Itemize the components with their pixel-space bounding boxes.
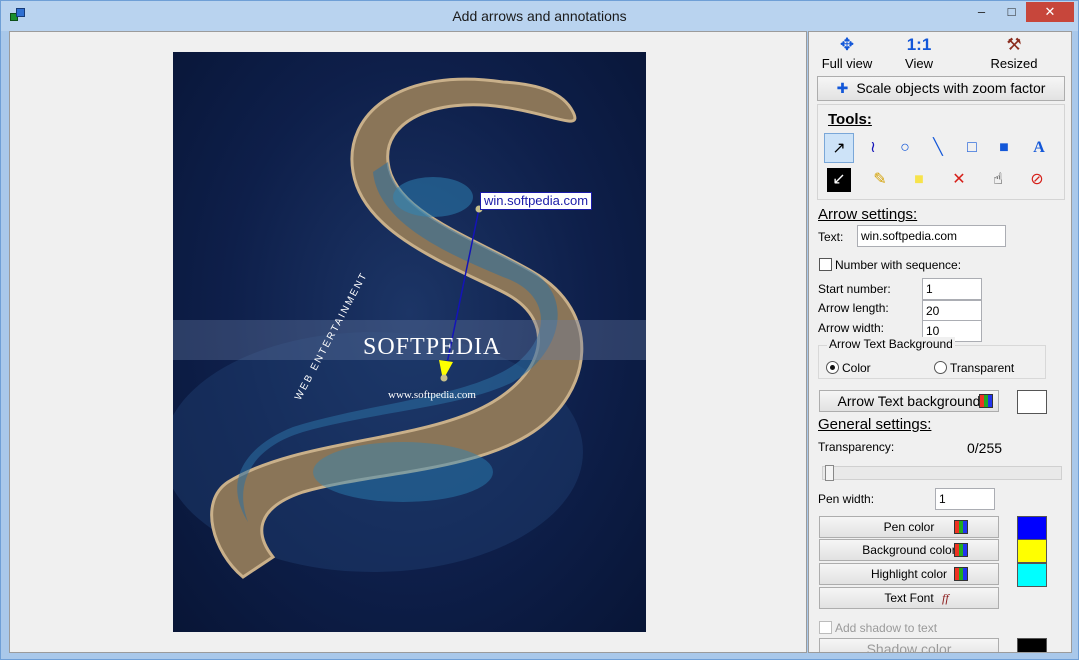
transparency-slider-track[interactable] — [822, 466, 1062, 480]
title-bar: Add arrows and annotations – □ ✕ — [1, 1, 1078, 31]
arrow-settings-title: Arrow settings: — [818, 206, 918, 223]
color-palette-icon — [954, 567, 968, 581]
annotation-label[interactable]: win.softpedia.com — [480, 192, 593, 210]
highlight-color-label: Highlight color — [870, 567, 948, 581]
tools-group: Tools: ↗ ≀ ○ ╲ □ ■ A ↙ ✎ ■ ✕ ☝ ⊘ — [817, 104, 1065, 200]
line-tool-icon[interactable]: ╲ — [923, 133, 953, 163]
transparent-radio[interactable] — [934, 361, 947, 374]
background-color-label: Background color — [862, 543, 956, 557]
arrow-text-background-group: Arrow Text Background Color Transparent — [818, 337, 1046, 379]
start-number-label: Start number: — [818, 282, 891, 296]
text-font-label: Text Font — [884, 591, 934, 605]
transparent-radio-label: Transparent — [950, 361, 1015, 375]
clear-tool-icon[interactable]: ⊘ — [1022, 165, 1052, 195]
pen-color-button[interactable]: Pen color — [819, 516, 999, 538]
pen-color-label: Pen color — [883, 520, 935, 534]
resized-button[interactable]: ⚒ Resized — [984, 32, 1044, 71]
background-color-button[interactable]: Background color — [819, 539, 999, 561]
full-view-label: Full view — [821, 56, 873, 71]
freehand-tool-icon[interactable]: ≀ — [858, 133, 888, 163]
arrow-length-input[interactable]: 20 — [922, 300, 982, 322]
pen-color-swatch[interactable] — [1017, 516, 1047, 540]
transparency-value: 0/255 — [967, 440, 1003, 456]
view-1-1-button[interactable]: 1:1 View — [899, 32, 939, 71]
color-palette-icon — [954, 543, 968, 557]
color-palette-icon — [979, 394, 993, 408]
arrow-text-background-group-title: Arrow Text Background — [827, 337, 955, 351]
resized-label: Resized — [990, 56, 1038, 71]
text-font-button[interactable]: Text Font ff — [819, 587, 999, 609]
arrow-text-background-button[interactable]: Arrow Text background — [819, 390, 999, 412]
arrow-text-bg-swatch[interactable] — [1017, 390, 1047, 414]
shadow-color-button[interactable]: Shadow color — [819, 638, 999, 653]
highlighter-tool-icon[interactable]: ✎ — [865, 165, 895, 195]
scale-objects-label: Scale objects with zoom factor — [856, 80, 1046, 96]
image-brand-url: www.softpedia.com — [388, 389, 476, 401]
maximize-button[interactable]: □ — [998, 2, 1025, 22]
note-tool-icon[interactable]: ■ — [904, 165, 934, 195]
font-icon: ff — [942, 591, 949, 605]
shadow-color-label: Shadow color — [866, 641, 952, 653]
resized-icon: ⚒ — [1006, 35, 1022, 54]
highlight-color-button[interactable]: Highlight color — [819, 563, 999, 585]
plus-icon: ✚ — [836, 80, 849, 96]
full-view-button[interactable]: ✥ Full view — [817, 32, 877, 71]
number-sequence-checkbox[interactable] — [819, 258, 832, 271]
text-label: Text: — [818, 230, 844, 244]
start-number-input[interactable]: 1 — [922, 278, 982, 300]
general-settings-title: General settings: — [818, 416, 932, 433]
expand-arrows-icon: ✥ — [839, 35, 855, 54]
one-to-one-icon: 1:1 — [906, 35, 932, 54]
close-button[interactable]: ✕ — [1026, 2, 1074, 22]
arrow-text-input[interactable]: win.softpedia.com — [857, 225, 1006, 247]
tools-label: Tools: — [828, 111, 872, 128]
pen-width-label: Pen width: — [818, 492, 875, 506]
arrow-length-label: Arrow length: — [818, 301, 889, 315]
number-sequence-label: Number with sequence: — [835, 258, 962, 272]
arrow-text-background-label: Arrow Text background — [837, 393, 981, 409]
rectangle-tool-icon[interactable]: □ — [957, 133, 987, 163]
delete-tool-icon[interactable]: ✕ — [944, 165, 974, 195]
color-palette-icon — [954, 520, 968, 534]
view-label: View — [905, 56, 933, 71]
image-brand-text: SOFTPEDIA — [363, 334, 502, 360]
arrow-width-label: Arrow width: — [818, 321, 885, 335]
hand-tool-icon[interactable]: ☝ — [983, 165, 1013, 195]
transparency-label: Transparency: — [818, 440, 895, 454]
minimize-button[interactable]: – — [968, 2, 995, 22]
color-radio[interactable] — [826, 361, 839, 374]
add-shadow-label: Add shadow to text — [835, 621, 938, 635]
background-color-swatch[interactable] — [1017, 539, 1047, 563]
filled-rectangle-tool-icon[interactable]: ■ — [989, 133, 1019, 163]
color-radio-label: Color — [842, 361, 871, 375]
text-tool-icon[interactable]: A — [1024, 133, 1054, 163]
arrow-tool-icon[interactable]: ↗ — [824, 133, 854, 163]
add-shadow-checkbox[interactable] — [819, 621, 832, 634]
image-canvas[interactable]: win.softpedia.com SOFTPEDIA www.softpedi… — [9, 31, 807, 653]
settings-panel: ✥ Full view 1:1 View ⚒ Resized ✚ Scale ob… — [808, 31, 1072, 653]
pen-width-input[interactable]: 1 — [935, 488, 995, 510]
scale-objects-button[interactable]: ✚ Scale objects with zoom factor — [817, 76, 1065, 101]
highlight-color-swatch[interactable] — [1017, 563, 1047, 587]
app-window: Add arrows and annotations – □ ✕ win.sof… — [0, 0, 1079, 660]
circle-tool-icon[interactable]: ○ — [890, 133, 920, 163]
arrow-end-handle — [440, 374, 448, 382]
transparency-slider-thumb[interactable] — [825, 465, 834, 481]
black-arrow-tool-icon[interactable]: ↙ — [827, 168, 851, 192]
shadow-color-swatch[interactable] — [1017, 638, 1047, 652]
window-title: Add arrows and annotations — [452, 8, 627, 24]
edited-image[interactable]: win.softpedia.com SOFTPEDIA www.softpedi… — [173, 52, 646, 632]
